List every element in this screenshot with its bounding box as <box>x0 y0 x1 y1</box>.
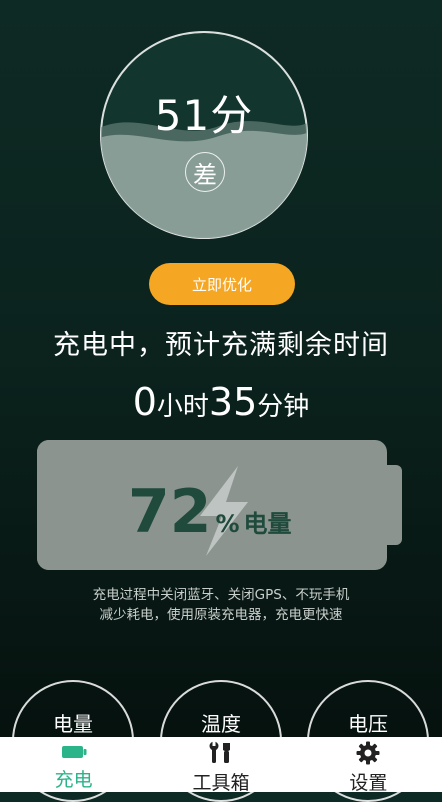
optimize-now-button[interactable]: 立即优化 <box>149 263 295 305</box>
battery-cap <box>386 465 402 545</box>
tab-charging[interactable]: 充电 <box>0 737 147 792</box>
tools-icon <box>209 741 230 763</box>
battery-percent-symbol: % <box>215 510 240 538</box>
battery-percentage: 72 % 电量 <box>128 472 292 552</box>
score-grade-badge: 差 <box>185 152 225 192</box>
battery-icon <box>61 745 87 758</box>
tab-settings[interactable]: 设置 <box>295 737 442 794</box>
tab-toolbox[interactable]: 工具箱 <box>147 737 294 794</box>
bottom-tab-bar: 充电 工具箱 设置 <box>0 737 442 794</box>
remaining-hours: 0 <box>132 380 157 424</box>
remaining-minutes-unit: 分钟 <box>257 392 310 422</box>
remaining-hours-unit: 小时 <box>156 392 209 422</box>
charging-status-text: 充电中，预计充满剩余时间 <box>53 330 389 361</box>
gear-icon <box>356 741 380 765</box>
tab-toolbox-label: 工具箱 <box>192 772 250 794</box>
remaining-time: 0小时35分钟 <box>0 380 442 424</box>
charging-tip-line-1: 充电过程中关闭蓝牙、关闭GPS、不玩手机 <box>92 587 350 603</box>
tab-settings-label: 设置 <box>349 772 388 794</box>
charging-tip: 充电过程中关闭蓝牙、关闭GPS、不玩手机 减少耗电，使用原装充电器，充电更快速 <box>0 585 442 625</box>
score-circle: 51分 差 <box>99 30 309 240</box>
battery-percent-label: 电量 <box>243 510 292 538</box>
score-value: 51分 <box>154 91 254 140</box>
tab-charging-label: 充电 <box>54 769 93 791</box>
charging-tip-line-2: 减少耗电，使用原装充电器，充电更快速 <box>99 607 343 623</box>
battery-percent-value: 72 <box>128 477 212 547</box>
remaining-minutes: 35 <box>208 380 258 424</box>
